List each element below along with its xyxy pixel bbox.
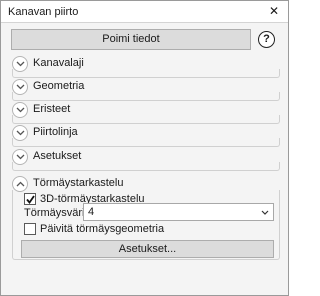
collision-color-label: Törmäysväri: bbox=[24, 207, 88, 219]
section-label: Geometria bbox=[33, 80, 85, 92]
section-label: Piirtolinja bbox=[33, 126, 78, 138]
section-divider bbox=[12, 138, 280, 147]
section-label: Eristeet bbox=[33, 103, 71, 115]
collision-settings-button[interactable]: Asetukset... bbox=[21, 240, 274, 258]
fetch-data-button[interactable]: Poimi tiedot bbox=[11, 29, 251, 50]
enable-3d-collision-checkbox[interactable] bbox=[24, 193, 36, 205]
section-label: Törmäystarkastelu bbox=[33, 177, 124, 189]
update-collision-geometry-label: Päivitä törmäysgeometria bbox=[40, 223, 165, 235]
section-label: Kanavalaji bbox=[33, 57, 84, 69]
drawing-panel: Kanavan piirto ✕ Poimi tiedot ? Kanavala… bbox=[0, 0, 289, 296]
section-label: Asetukset bbox=[33, 150, 82, 162]
chevron-down-icon bbox=[261, 210, 269, 215]
section-divider bbox=[12, 162, 280, 171]
section-divider bbox=[12, 115, 280, 124]
collision-color-value: 4 bbox=[88, 206, 95, 218]
collision-color-select[interactable]: 4 bbox=[83, 203, 274, 221]
update-collision-geometry-checkbox[interactable] bbox=[24, 223, 36, 235]
window-title: Kanavan piirto bbox=[8, 6, 79, 18]
help-icon[interactable]: ? bbox=[258, 31, 275, 48]
section-divider bbox=[12, 92, 280, 101]
section-divider bbox=[12, 69, 280, 78]
close-icon[interactable]: ✕ bbox=[266, 3, 282, 19]
title-bar: Kanavan piirto ✕ bbox=[1, 1, 288, 23]
